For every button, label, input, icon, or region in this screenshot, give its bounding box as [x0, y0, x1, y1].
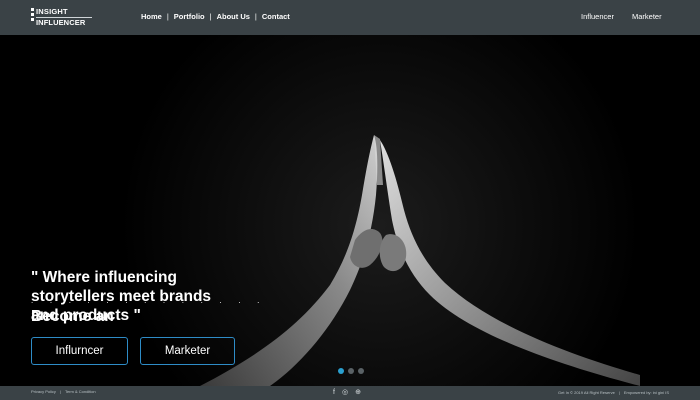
- become-heading: Become an: [31, 308, 114, 325]
- logo-mark: [31, 18, 34, 21]
- globe-icon[interactable]: ⊕: [355, 389, 361, 397]
- marketer-button[interactable]: Marketer: [140, 337, 235, 365]
- footer-bar: Privacy Policy | Term & Condition f ◎ ⊕ …: [0, 386, 700, 400]
- hero-banner: " Where influencing storytellers meet br…: [0, 35, 700, 386]
- carousel-dot-1[interactable]: [338, 368, 344, 374]
- influencer-button[interactable]: Influrncer: [31, 337, 128, 365]
- hands-illustration: [0, 35, 700, 386]
- copyright-text: Get In © 2019 All Right Reserve: [558, 390, 615, 395]
- logo-mark: [31, 13, 34, 16]
- footer-links: Privacy Policy | Term & Condition: [31, 389, 96, 394]
- brand-logo[interactable]: INSIGHT INFLUENCER: [31, 8, 93, 28]
- nav-influencer[interactable]: Influencer: [581, 12, 614, 21]
- nav-separator: |: [166, 12, 169, 21]
- instagram-icon[interactable]: ◎: [342, 389, 348, 397]
- footer-separator: |: [59, 389, 61, 394]
- nav-home[interactable]: Home: [141, 12, 162, 21]
- nav-marketer[interactable]: Marketer: [632, 12, 662, 21]
- carousel-dot-3[interactable]: [358, 368, 364, 374]
- logo-line2: INFLUENCER: [36, 18, 86, 27]
- carousel-indicators: [338, 368, 364, 374]
- nav-about-us[interactable]: About Us: [217, 12, 250, 21]
- nav-portfolio[interactable]: Portfolio: [174, 12, 205, 21]
- privacy-policy-link[interactable]: Privacy Policy: [31, 389, 56, 394]
- footer-separator: |: [618, 390, 620, 395]
- logo-mark: [31, 8, 34, 11]
- nav-separator: |: [254, 12, 257, 21]
- empowered-text: Empowered by: ini gini IS: [623, 390, 669, 395]
- main-nav: Home | Portfolio | About Us | Contact: [141, 12, 290, 21]
- nav-separator: |: [209, 12, 212, 21]
- top-navbar: INSIGHT INFLUENCER Home | Portfolio | Ab…: [0, 0, 700, 35]
- facebook-icon[interactable]: f: [333, 389, 335, 397]
- footer-credits: Get In © 2019 All Right Reserve | Empowe…: [558, 390, 669, 395]
- terms-link[interactable]: Term & Condition: [65, 389, 96, 394]
- nav-contact[interactable]: Contact: [262, 12, 290, 21]
- decorative-dots: . . . . . . . . . . . . .: [31, 296, 267, 305]
- social-icons: f ◎ ⊕: [333, 389, 361, 397]
- carousel-dot-2[interactable]: [348, 368, 354, 374]
- logo-line1: INSIGHT: [36, 7, 68, 16]
